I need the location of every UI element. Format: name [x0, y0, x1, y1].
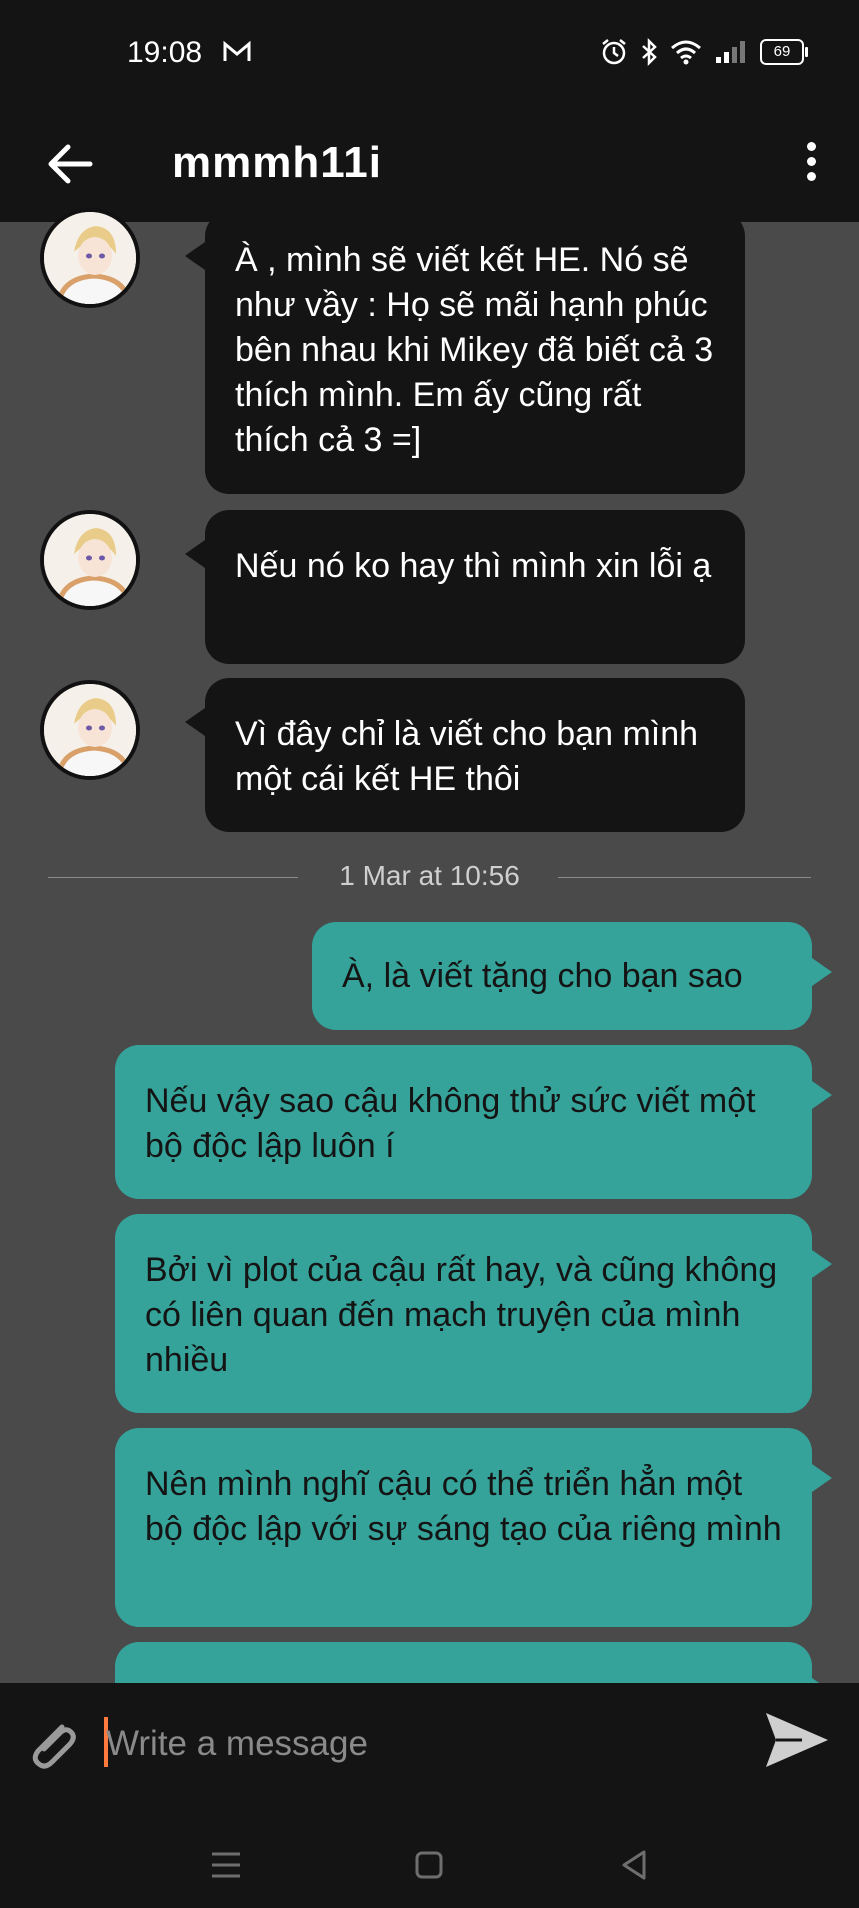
chat-title: mmmh11i: [172, 138, 382, 187]
outgoing-message[interactable]: Bởi vì plot của cậu rất hay, và cũng khô…: [115, 1214, 832, 1413]
gmail-icon: [223, 40, 251, 61]
outgoing-message[interactable]: Nên mình nghĩ cậu có thể triển hẳn một b…: [115, 1428, 832, 1627]
date-separator-text: 1 Mar at 10:56: [339, 860, 520, 891]
message-text: Bởi vì plot của cậu rất hay, và cũng khô…: [145, 1251, 778, 1379]
avatar[interactable]: [40, 680, 140, 780]
message-text: Nên mình nghĩ cậu có thể triển hẳn một b…: [145, 1465, 782, 1548]
outgoing-message[interactable]: À, là viết tặng cho bạn sao: [312, 922, 832, 1030]
status-icons: 69: [600, 38, 808, 66]
message-text: À , mình sẽ viết kết HE. Nó sẽ như vầy :…: [235, 241, 714, 459]
wifi-icon: [671, 40, 701, 65]
status-time: 19:08: [127, 36, 203, 69]
message-text: Vì đây chỉ là viết cho bạn mình một cái …: [235, 715, 699, 798]
incoming-message[interactable]: À , mình sẽ viết kết HE. Nó sẽ như vầy :…: [185, 212, 745, 494]
status-bar: 19:08 69: [0, 0, 859, 110]
attachment-icon[interactable]: [22, 1713, 82, 1773]
signal-icon: [716, 41, 745, 63]
home-icon[interactable]: [404, 1840, 454, 1890]
outgoing-message[interactable]: Nếu vậy sao cậu không thử sức viết một b…: [115, 1045, 832, 1199]
avatar[interactable]: [40, 510, 140, 610]
message-text: À, là viết tặng cho bạn sao: [342, 957, 743, 995]
back-arrow-icon[interactable]: [40, 134, 100, 194]
avatar[interactable]: [40, 208, 140, 308]
more-options-icon[interactable]: [791, 136, 831, 196]
incoming-message[interactable]: Nếu nó ko hay thì mình xin lỗi ạ: [185, 510, 745, 664]
send-icon[interactable]: [762, 1705, 832, 1775]
date-separator: 1 Mar at 10:56: [48, 860, 811, 891]
message-composer: [0, 1683, 859, 1908]
alarm-icon: [602, 39, 626, 65]
recent-apps-icon[interactable]: [201, 1840, 251, 1890]
message-text: Nếu nó ko hay thì mình xin lỗi ạ: [235, 547, 712, 585]
message-input[interactable]: [104, 1713, 748, 1775]
bluetooth-icon: [642, 38, 657, 66]
incoming-message[interactable]: Vì đây chỉ là viết cho bạn mình một cái …: [185, 678, 745, 832]
back-nav-icon[interactable]: [610, 1840, 660, 1890]
battery-icon: 69: [760, 39, 808, 65]
system-nav-bar: [0, 1828, 859, 1908]
app-bar: mmmh11i: [0, 110, 859, 222]
message-text: Nếu vậy sao cậu không thử sức viết một b…: [145, 1082, 756, 1165]
